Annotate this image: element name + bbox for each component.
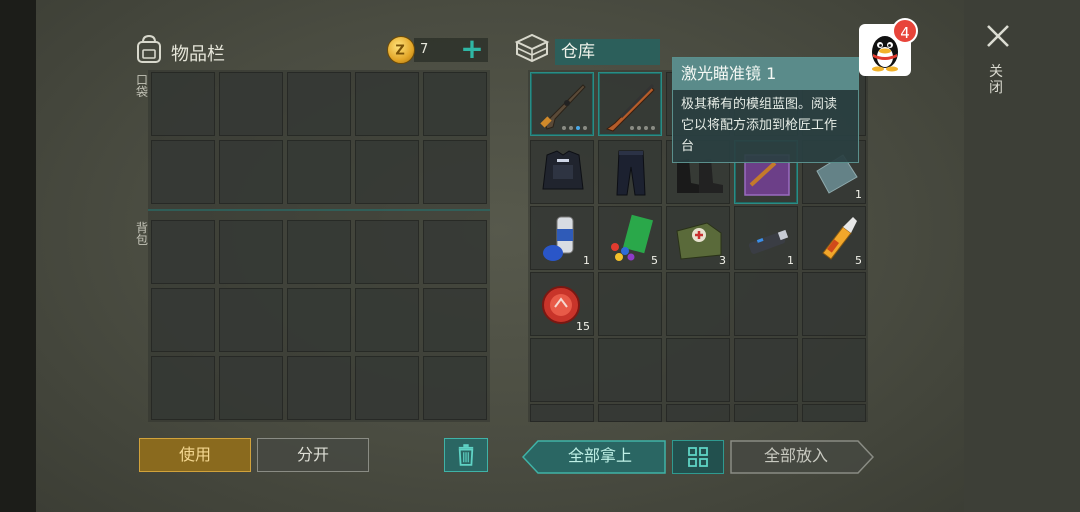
- item-quantity: 15: [576, 320, 590, 333]
- warehouse-slot[interactable]: 5: [598, 206, 662, 270]
- close-icon[interactable]: [984, 22, 1012, 50]
- inventory-slot[interactable]: [355, 288, 419, 352]
- trash-icon: [458, 444, 474, 466]
- storage-box-icon: [514, 33, 550, 63]
- warehouse-slot[interactable]: [530, 404, 594, 422]
- tooltip-title: 激光瞄准镜 1: [673, 58, 858, 90]
- inventory-slot[interactable]: [355, 356, 419, 420]
- item-quantity: 1: [583, 254, 590, 267]
- inventory-slot[interactable]: [423, 220, 487, 284]
- inventory-slot[interactable]: [287, 288, 351, 352]
- warehouse-slot[interactable]: [734, 404, 798, 422]
- inventory-title: 物品栏: [171, 44, 225, 65]
- inventory-slot[interactable]: [423, 356, 487, 420]
- take-all-button[interactable]: 全部拿上: [522, 440, 666, 474]
- item-quantity: 5: [651, 254, 658, 267]
- inventory-slot[interactable]: [219, 356, 283, 420]
- take-all-label: 全部拿上: [567, 446, 632, 465]
- inventory-slot[interactable]: [151, 288, 215, 352]
- item-quantity: 5: [855, 254, 862, 267]
- warehouse-slot[interactable]: 1: [530, 206, 594, 270]
- inventory-slot[interactable]: [423, 288, 487, 352]
- warehouse-title: 仓库: [555, 39, 660, 65]
- warehouse-slot[interactable]: 5: [802, 206, 866, 270]
- split-button[interactable]: 分开: [257, 438, 369, 472]
- backpack-icon: [137, 34, 161, 63]
- inventory-slot[interactable]: [219, 288, 283, 352]
- inventory-slot[interactable]: [423, 72, 487, 136]
- inventory-slot[interactable]: [219, 140, 283, 204]
- inventory-slot[interactable]: [287, 72, 351, 136]
- warehouse-slot[interactable]: [802, 404, 866, 422]
- warehouse-slot[interactable]: 1: [734, 206, 798, 270]
- tooltip-line: 台: [681, 139, 695, 154]
- grid-icon: [688, 447, 708, 467]
- warehouse-slot[interactable]: [666, 272, 730, 336]
- mod-dots: [562, 126, 587, 130]
- warehouse-slot[interactable]: [530, 338, 594, 402]
- warehouse-slot[interactable]: [530, 140, 594, 204]
- tooltip-line: 极其稀有的模组蓝图。阅读: [681, 97, 838, 112]
- warehouse-slot[interactable]: [734, 338, 798, 402]
- warehouse-slot[interactable]: [666, 404, 730, 422]
- notification-badge: 4: [892, 18, 918, 44]
- inventory-slot[interactable]: [355, 140, 419, 204]
- warehouse-slot[interactable]: [598, 140, 662, 204]
- inventory-slot[interactable]: [151, 140, 215, 204]
- inventory-slot[interactable]: [287, 220, 351, 284]
- use-button[interactable]: 使用: [139, 438, 251, 472]
- put-all-label: 全部放入: [763, 446, 828, 465]
- svg-text:Z: Z: [395, 44, 404, 59]
- add-coins-button[interactable]: +: [459, 35, 485, 63]
- warehouse-slot[interactable]: [598, 72, 662, 136]
- item-quantity: 1: [787, 254, 794, 267]
- inventory-slot[interactable]: [151, 72, 215, 136]
- item-quantity: 3: [719, 254, 726, 267]
- item-quantity: 1: [855, 188, 862, 201]
- warehouse-slot[interactable]: [802, 272, 866, 336]
- warehouse-slot[interactable]: [598, 404, 662, 422]
- sort-grid-button[interactable]: [672, 440, 724, 474]
- item-tooltip: 激光瞄准镜 1 极其稀有的模组蓝图。阅读 它以将配方添加到枪匠工作 台: [672, 57, 859, 163]
- close-label[interactable]: 关闭: [989, 64, 1005, 96]
- coin-count: 7: [420, 42, 429, 57]
- warehouse-slot[interactable]: [802, 338, 866, 402]
- inventory-slot[interactable]: [151, 220, 215, 284]
- trash-button[interactable]: [444, 438, 488, 472]
- police-pants-icon: [616, 150, 646, 196]
- warehouse-slot[interactable]: [734, 272, 798, 336]
- side-strip: [964, 0, 1080, 512]
- inventory-slot[interactable]: [423, 140, 487, 204]
- warehouse-slot[interactable]: [530, 72, 594, 136]
- police-vest-icon: [542, 150, 584, 190]
- warehouse-slot[interactable]: [598, 338, 662, 402]
- warehouse-slot[interactable]: 3: [666, 206, 730, 270]
- mod-dots: [630, 126, 655, 130]
- inventory-slot[interactable]: [287, 356, 351, 420]
- inventory-slot[interactable]: [151, 356, 215, 420]
- coin-icon: Z: [387, 36, 415, 64]
- inventory-slot[interactable]: [219, 220, 283, 284]
- put-all-button[interactable]: 全部放入: [730, 440, 874, 474]
- pocket-divider: [148, 209, 490, 211]
- warehouse-slot[interactable]: [666, 338, 730, 402]
- inventory-slot[interactable]: [287, 140, 351, 204]
- inventory-slot[interactable]: [355, 72, 419, 136]
- tooltip-description: 极其稀有的模组蓝图。阅读 它以将配方添加到枪匠工作 台: [673, 90, 858, 161]
- warehouse-slot[interactable]: 15: [530, 272, 594, 336]
- inventory-slot[interactable]: [355, 220, 419, 284]
- inventory-slot[interactable]: [219, 72, 283, 136]
- tooltip-line: 它以将配方添加到枪匠工作: [681, 118, 838, 133]
- warehouse-slot[interactable]: [598, 272, 662, 336]
